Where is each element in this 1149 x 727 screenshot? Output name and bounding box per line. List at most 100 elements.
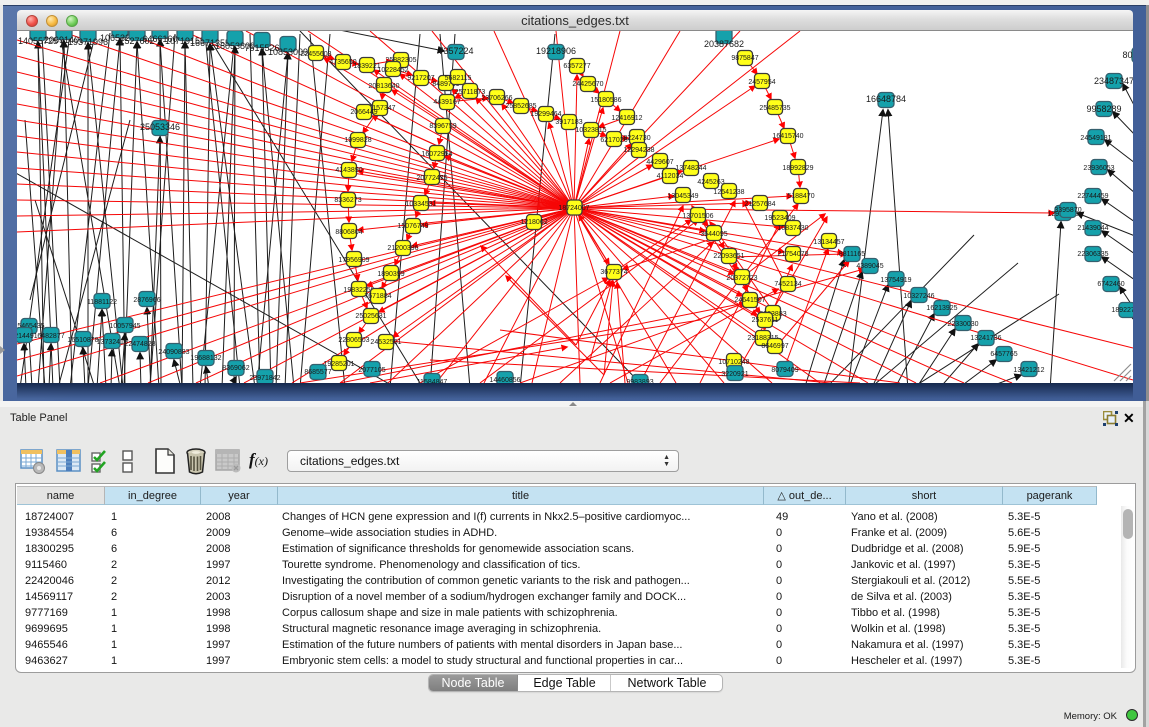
svg-text:18992829: 18992829 bbox=[782, 165, 813, 172]
svg-text:20387682: 20387682 bbox=[704, 39, 744, 49]
svg-text:3677374: 3677374 bbox=[600, 269, 627, 276]
svg-text:13421212: 13421212 bbox=[1013, 367, 1044, 374]
svg-text:8685577: 8685577 bbox=[304, 369, 331, 376]
svg-text:24532561: 24532561 bbox=[370, 339, 401, 346]
svg-text:1999828: 1999828 bbox=[344, 137, 371, 144]
svg-text:2077105: 2077105 bbox=[358, 367, 385, 374]
svg-text:24641507: 24641507 bbox=[734, 297, 765, 304]
svg-text:13045349: 13045349 bbox=[667, 193, 698, 200]
svg-text:6742460: 6742460 bbox=[1097, 281, 1124, 288]
svg-text:9875847: 9875847 bbox=[731, 55, 758, 62]
svg-text:20813640: 20813640 bbox=[368, 83, 399, 90]
svg-text:10228452: 10228452 bbox=[377, 67, 408, 74]
svg-text:9217207: 9217207 bbox=[407, 75, 434, 82]
svg-text:15180586: 15180586 bbox=[590, 97, 621, 104]
svg-text:8396759: 8396759 bbox=[429, 123, 456, 130]
svg-text:16510878: 16510878 bbox=[67, 337, 98, 344]
svg-text:10837430: 10837430 bbox=[777, 225, 808, 232]
svg-text:4429607: 4429607 bbox=[646, 159, 673, 166]
svg-text:18922760: 18922760 bbox=[1111, 307, 1133, 314]
svg-text:3395870: 3395870 bbox=[1054, 207, 1081, 214]
svg-text:23487347: 23487347 bbox=[1094, 76, 1133, 86]
svg-text:8224730: 8224730 bbox=[623, 135, 650, 142]
svg-text:25852685: 25852685 bbox=[505, 103, 536, 110]
svg-text:10323815: 10323815 bbox=[575, 127, 606, 134]
svg-text:13732411: 13732411 bbox=[97, 339, 128, 346]
svg-text:4245263: 4245263 bbox=[697, 179, 724, 186]
svg-text:19299464: 19299464 bbox=[530, 111, 561, 118]
svg-text:16415740: 16415740 bbox=[772, 133, 803, 140]
svg-text:2537611: 2537611 bbox=[752, 317, 779, 324]
svg-text:18724007: 18724007 bbox=[558, 205, 589, 212]
svg-text:20372723: 20372723 bbox=[726, 275, 757, 282]
svg-text:9214491: 9214491 bbox=[17, 333, 38, 340]
svg-text:13134457: 13134457 bbox=[813, 239, 844, 246]
svg-text:22306335: 22306335 bbox=[1077, 251, 1108, 258]
svg-text:8029889: 8029889 bbox=[1122, 50, 1133, 60]
svg-text:4143890: 4143890 bbox=[335, 167, 362, 174]
svg-text:8369062: 8369062 bbox=[222, 365, 249, 372]
svg-text:6357277: 6357277 bbox=[563, 63, 590, 70]
svg-text:16213925: 16213925 bbox=[926, 305, 957, 312]
svg-text:19218906: 19218906 bbox=[536, 46, 576, 56]
svg-text:22744459: 22744459 bbox=[1077, 193, 1108, 200]
svg-text:16072954: 16072954 bbox=[421, 151, 452, 158]
svg-text:25025631: 25025631 bbox=[355, 313, 386, 320]
svg-text:3644095: 3644095 bbox=[700, 231, 727, 238]
svg-text:4112034: 4112034 bbox=[657, 173, 684, 180]
svg-text:24549181: 24549181 bbox=[1080, 135, 1111, 142]
svg-text:11881122: 11881122 bbox=[87, 299, 117, 306]
svg-text:1218062: 1218062 bbox=[520, 219, 547, 226]
svg-text:23936053: 23936053 bbox=[1083, 165, 1114, 172]
svg-text:10334531: 10334531 bbox=[405, 201, 436, 208]
svg-text:21200396: 21200396 bbox=[387, 245, 418, 252]
svg-text:19688132: 19688132 bbox=[190, 355, 221, 362]
svg-text:2066449: 2066449 bbox=[350, 109, 377, 116]
svg-text:20772475: 20772475 bbox=[416, 175, 447, 182]
svg-text:13748244: 13748244 bbox=[675, 165, 706, 172]
svg-text:8811165: 8811165 bbox=[839, 251, 865, 258]
svg-text:7452134: 7452134 bbox=[774, 281, 801, 288]
svg-text:13701506: 13701506 bbox=[682, 213, 713, 220]
svg-text:12416912: 12416912 bbox=[611, 115, 642, 122]
svg-text:2876966: 2876966 bbox=[133, 297, 160, 304]
svg-text:10057945: 10057945 bbox=[109, 323, 140, 330]
svg-text:8806804: 8806804 bbox=[335, 229, 362, 236]
svg-text:13754919: 13754919 bbox=[880, 277, 911, 284]
svg-text:4439167: 4439167 bbox=[433, 99, 460, 106]
svg-text:21439044: 21439044 bbox=[1077, 225, 1108, 232]
svg-text:7671884: 7671884 bbox=[364, 293, 391, 300]
svg-text:2457954: 2457954 bbox=[748, 79, 775, 86]
svg-text:17956909: 17956909 bbox=[338, 257, 369, 264]
svg-text:25485735: 25485735 bbox=[759, 105, 790, 112]
svg-text:6457765: 6457765 bbox=[990, 351, 1017, 358]
svg-text:19285201: 19285201 bbox=[323, 361, 354, 368]
svg-text:16648784: 16648784 bbox=[866, 94, 906, 104]
svg-text:5188470: 5188470 bbox=[787, 193, 814, 200]
svg-text:25053346: 25053346 bbox=[140, 122, 180, 132]
svg-text:22330030: 22330030 bbox=[947, 321, 978, 328]
svg-text:8336273: 8336273 bbox=[334, 197, 361, 204]
svg-text:22455603: 22455603 bbox=[300, 51, 331, 58]
svg-text:9958289: 9958289 bbox=[1086, 104, 1121, 114]
svg-text:6482877: 6482877 bbox=[37, 333, 64, 340]
svg-text:8646997: 8646997 bbox=[761, 343, 788, 350]
svg-text:23971842: 23971842 bbox=[249, 375, 280, 382]
svg-text:3220921: 3220921 bbox=[721, 371, 748, 378]
svg-text:8079409: 8079409 bbox=[771, 367, 798, 374]
svg-text:24425670: 24425670 bbox=[572, 81, 603, 88]
svg-text:23706266: 23706266 bbox=[481, 95, 512, 102]
svg-text:1890399: 1890399 bbox=[377, 271, 404, 278]
svg-text:4389045: 4389045 bbox=[856, 263, 883, 270]
svg-text:7357224: 7357224 bbox=[438, 46, 473, 56]
svg-text:21257684: 21257684 bbox=[744, 201, 775, 208]
svg-text:21754078: 21754078 bbox=[777, 251, 808, 258]
svg-text:10327246: 10327246 bbox=[903, 293, 934, 300]
svg-text:12541238: 12541238 bbox=[713, 189, 744, 196]
svg-text:22806503: 22806503 bbox=[338, 337, 369, 344]
svg-text:12294238: 12294238 bbox=[623, 147, 654, 154]
svg-text:15076749: 15076749 bbox=[397, 223, 428, 230]
svg-text:3917183: 3917183 bbox=[555, 119, 582, 126]
svg-text:5682115: 5682115 bbox=[445, 75, 472, 82]
svg-text:13241736: 13241736 bbox=[970, 335, 1001, 342]
